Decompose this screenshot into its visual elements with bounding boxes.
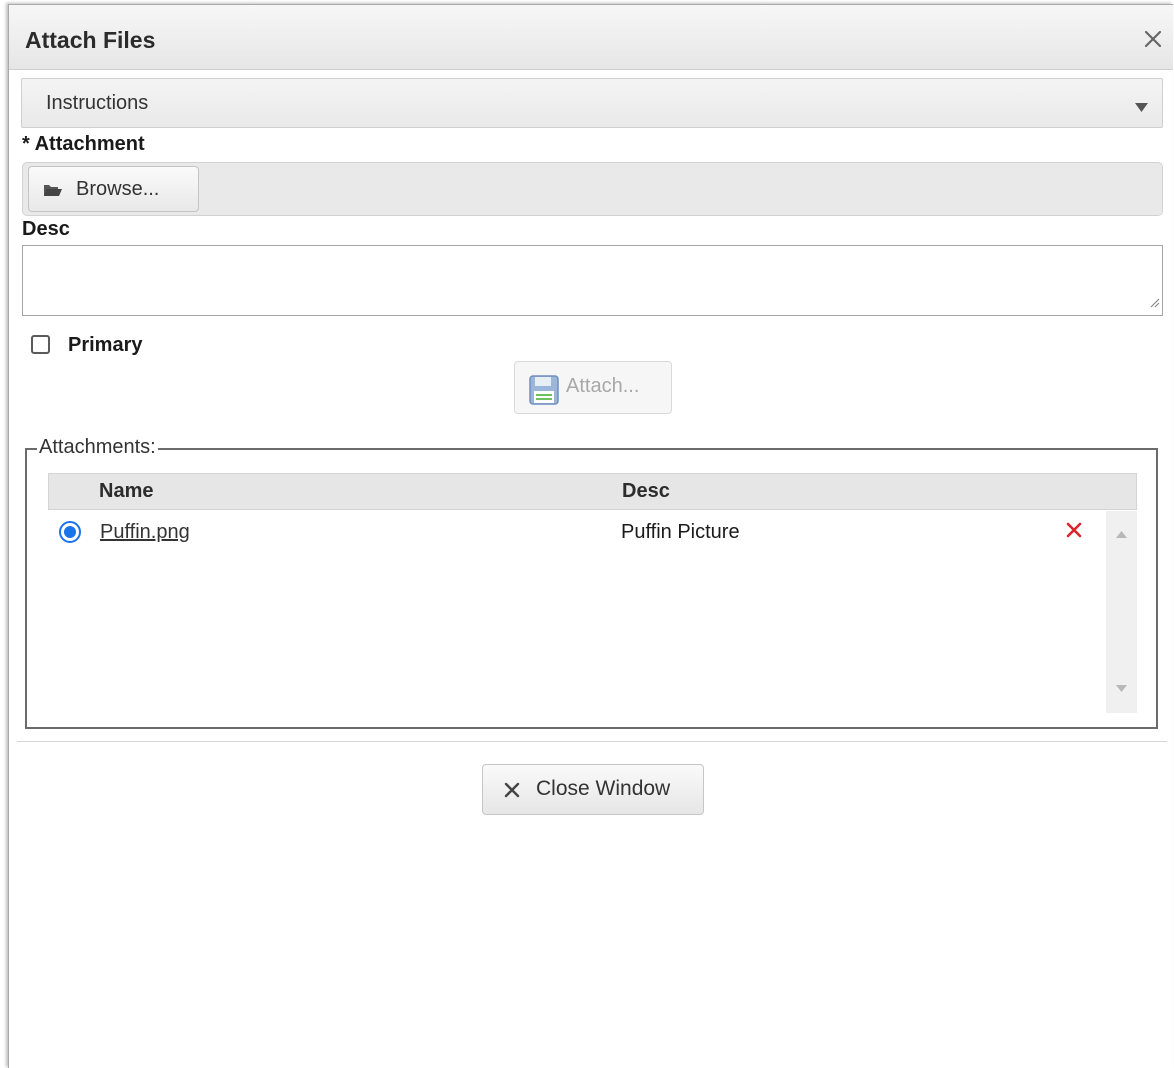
dialog-title: Attach Files <box>25 27 156 53</box>
attach-label: Attach... <box>566 375 640 397</box>
folder-open-icon <box>43 183 63 202</box>
file-upload-bar: Browse... <box>22 162 1163 216</box>
primary-checkbox[interactable] <box>31 335 50 354</box>
vertical-scrollbar[interactable] <box>1106 511 1137 713</box>
attach-button[interactable]: Attach... <box>514 361 672 414</box>
floppy-disk-icon <box>529 375 559 410</box>
column-header-desc[interactable]: Desc <box>622 480 670 503</box>
primary-label: Primary <box>68 334 143 356</box>
browse-button[interactable]: Browse... <box>28 166 199 212</box>
close-window-button[interactable]: Close Window <box>482 764 704 815</box>
table-row[interactable]: Puffin.png Puffin Picture <box>48 513 1106 553</box>
scroll-up-icon[interactable] <box>1116 525 1127 543</box>
attachments-legend: Attachments: <box>37 436 158 459</box>
scroll-down-icon[interactable] <box>1116 679 1127 697</box>
column-header-name[interactable]: Name <box>99 480 153 503</box>
file-desc: Puffin Picture <box>621 521 740 543</box>
instructions-accordion[interactable]: Instructions <box>21 78 1163 128</box>
footer-divider <box>17 741 1167 742</box>
attachments-group: Attachments: Name Desc Puffin.png Puffin… <box>25 436 1158 729</box>
dialog-titlebar: Attach Files <box>9 5 1173 70</box>
attach-files-dialog: Attach Files Instructions * Attachment B… <box>8 4 1173 1068</box>
close-icon <box>503 781 521 804</box>
file-name-link[interactable]: Puffin.png <box>100 521 190 544</box>
desc-label: Desc <box>22 218 70 240</box>
caret-down-icon <box>1135 100 1148 118</box>
close-icon[interactable] <box>1141 27 1165 51</box>
row-select-radio[interactable] <box>59 521 81 543</box>
desc-textarea[interactable] <box>22 245 1163 316</box>
attachment-label: * Attachment <box>22 133 145 155</box>
close-window-label: Close Window <box>536 777 671 800</box>
browse-label: Browse... <box>76 178 160 200</box>
attachments-table-header: Name Desc <box>48 473 1137 510</box>
resize-grip-icon[interactable] <box>1148 295 1160 313</box>
instructions-label: Instructions <box>46 92 149 114</box>
delete-icon[interactable] <box>1065 521 1083 544</box>
